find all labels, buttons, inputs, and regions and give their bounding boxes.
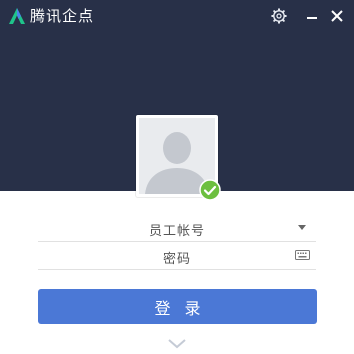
minimize-button[interactable] bbox=[301, 5, 323, 27]
account-field[interactable]: 员工帐号 bbox=[38, 214, 316, 242]
keyboard-icon[interactable] bbox=[295, 250, 310, 260]
check-circle-icon bbox=[199, 179, 221, 201]
settings-button[interactable] bbox=[268, 5, 290, 27]
password-field[interactable]: 密码 bbox=[38, 242, 316, 270]
account-placeholder: 员工帐号 bbox=[148, 224, 205, 239]
chevron-down-icon[interactable] bbox=[167, 338, 187, 350]
titlebar[interactable]: 腾讯企点 bbox=[0, 0, 354, 32]
gear-icon bbox=[271, 8, 287, 24]
minimize-icon bbox=[307, 17, 317, 19]
password-placeholder: 密码 bbox=[162, 252, 191, 267]
qidian-logo-icon bbox=[9, 8, 25, 24]
caret-down-icon[interactable] bbox=[298, 225, 306, 230]
close-button[interactable] bbox=[326, 5, 348, 27]
close-icon bbox=[331, 10, 343, 22]
app-title: 腾讯企点 bbox=[30, 7, 95, 25]
login-window: 腾讯企点 员工帐号 密码 登录 bbox=[0, 0, 354, 354]
login-button[interactable]: 登录 bbox=[38, 289, 317, 324]
